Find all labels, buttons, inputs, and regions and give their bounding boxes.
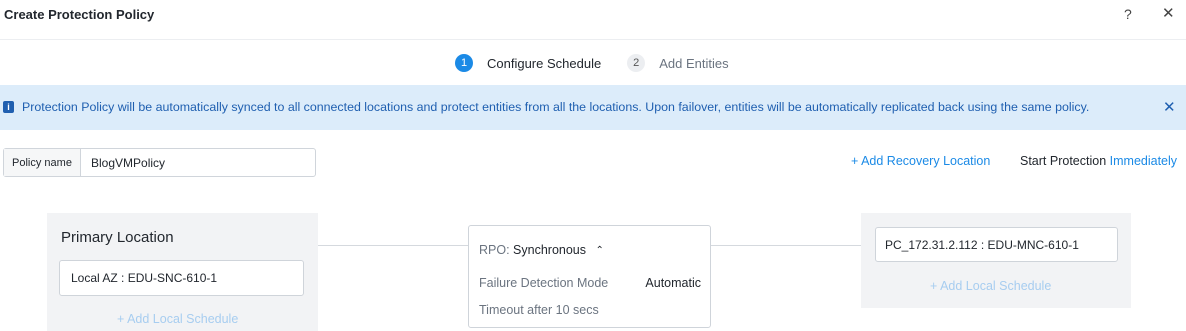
policy-name-field: Policy name	[3, 148, 316, 177]
primary-add-local-schedule-link[interactable]: + Add Local Schedule	[117, 312, 238, 326]
dialog-header: Create Protection Policy ? ✕	[0, 0, 1186, 40]
timeout-text: Timeout after 10 secs	[479, 303, 599, 317]
step-number-2: 2	[627, 54, 646, 72]
step-configure-schedule[interactable]: 1 Configure Schedule	[455, 54, 601, 72]
start-protection: Start Protection Immediately	[1020, 154, 1177, 168]
recovery-location-panel: PC_172.31.2.112 : EDU-MNC-610-1 + Add Lo…	[861, 213, 1131, 308]
start-protection-immediately-link[interactable]: Immediately	[1110, 154, 1177, 168]
dialog-title: Create Protection Policy	[4, 7, 155, 22]
step-number-1: 1	[455, 54, 473, 72]
rpo-label: RPO:	[479, 243, 510, 257]
banner-close-icon[interactable]: ✕	[1163, 98, 1176, 116]
step-label-add-entities: Add Entities	[659, 55, 729, 71]
connector-line-right	[711, 245, 861, 246]
connector-line-left	[318, 245, 468, 246]
step-add-entities[interactable]: 2 Add Entities	[627, 54, 729, 72]
wizard-steps: 1 Configure Schedule 2 Add Entities	[455, 53, 729, 73]
info-icon: i	[3, 101, 14, 113]
policy-name-label: Policy name	[4, 149, 81, 176]
failure-detection-mode-label: Failure Detection Mode	[479, 276, 609, 290]
rpo-value: Synchronous	[513, 243, 587, 257]
failure-detection-mode-value: Automatic	[645, 276, 701, 290]
banner-text: Protection Policy will be automatically …	[22, 100, 1090, 114]
add-recovery-location-link[interactable]: + Add Recovery Location	[851, 154, 990, 168]
close-icon[interactable]: ✕	[1162, 4, 1175, 22]
step-label-configure-schedule: Configure Schedule	[487, 55, 602, 71]
rpo-dropdown[interactable]: RPO: Synchronous ⌃	[479, 243, 604, 257]
help-icon[interactable]: ?	[1124, 6, 1132, 22]
primary-location-panel: Primary Location Local AZ : EDU-SNC-610-…	[47, 213, 318, 331]
start-protection-label: Start Protection	[1020, 154, 1107, 168]
info-banner: i Protection Policy will be automaticall…	[0, 85, 1186, 130]
policy-name-input[interactable]	[81, 149, 315, 176]
primary-location-selector[interactable]: Local AZ : EDU-SNC-610-1	[59, 260, 304, 296]
recovery-location-selector[interactable]: PC_172.31.2.112 : EDU-MNC-610-1	[875, 227, 1118, 262]
recovery-add-local-schedule-link[interactable]: + Add Local Schedule	[930, 279, 1051, 293]
primary-location-title: Primary Location	[61, 229, 174, 246]
rpo-panel: RPO: Synchronous ⌃ Failure Detection Mod…	[468, 225, 711, 328]
chevron-up-icon: ⌃	[595, 245, 604, 256]
